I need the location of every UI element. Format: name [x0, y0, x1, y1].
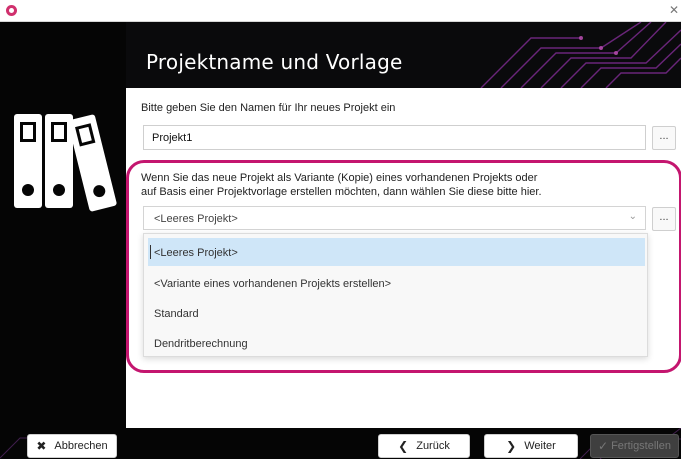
next-button[interactable]: ❯ Weiter: [484, 434, 578, 458]
page-title: Projektname und Vorlage: [146, 50, 403, 74]
dropdown-item-variante[interactable]: <Variante eines vorhandenen Projekts ers…: [148, 269, 645, 297]
circuit-decoration: [480, 22, 681, 88]
project-name-label: Bitte geben Sie den Namen für Ihr neues …: [141, 102, 396, 114]
cross-icon: ✖: [36, 439, 47, 453]
back-button[interactable]: ❮ Zurück: [378, 434, 470, 458]
dropdown-item-leeres-projekt[interactable]: <Leeres Projekt>: [148, 238, 645, 266]
template-description-line1: Wenn Sie das neue Projekt als Variante (…: [141, 172, 538, 184]
binders-icon: [14, 114, 117, 212]
template-select[interactable]: <Leeres Projekt> ⌄: [143, 206, 646, 230]
title-bar: ✕: [0, 0, 681, 22]
text-caret: [150, 245, 151, 259]
cancel-button[interactable]: ✖ Abbrechen: [27, 434, 117, 458]
checkmark-icon: ✓: [598, 439, 609, 453]
finish-button[interactable]: ✓ Fertigstellen: [590, 434, 679, 458]
dropdown-item-dendritberechnung[interactable]: Dendritberechnung: [148, 329, 645, 357]
left-panel: [0, 22, 126, 459]
template-description-line2: auf Basis einer Projektvorlage erstellen…: [141, 186, 542, 198]
app-logo-icon: [6, 5, 17, 16]
dropdown-item-standard[interactable]: Standard: [148, 299, 645, 327]
chevron-down-icon[interactable]: ⌄: [629, 211, 637, 222]
chevron-right-icon: ❯: [506, 439, 517, 453]
template-description: Wenn Sie das neue Projekt als Variante (…: [141, 171, 561, 199]
browse-template-button[interactable]: ...: [652, 207, 676, 231]
template-select-value: <Leeres Projekt>: [154, 213, 238, 225]
project-name-input[interactable]: Projekt1: [143, 125, 646, 150]
chevron-left-icon: ❮: [398, 439, 409, 453]
header-banner: Projektname und Vorlage: [126, 22, 681, 88]
browse-name-button[interactable]: ...: [652, 126, 676, 150]
template-dropdown-list: <Leeres Projekt> <Variante eines vorhand…: [143, 233, 648, 357]
close-icon[interactable]: ✕: [669, 3, 679, 17]
